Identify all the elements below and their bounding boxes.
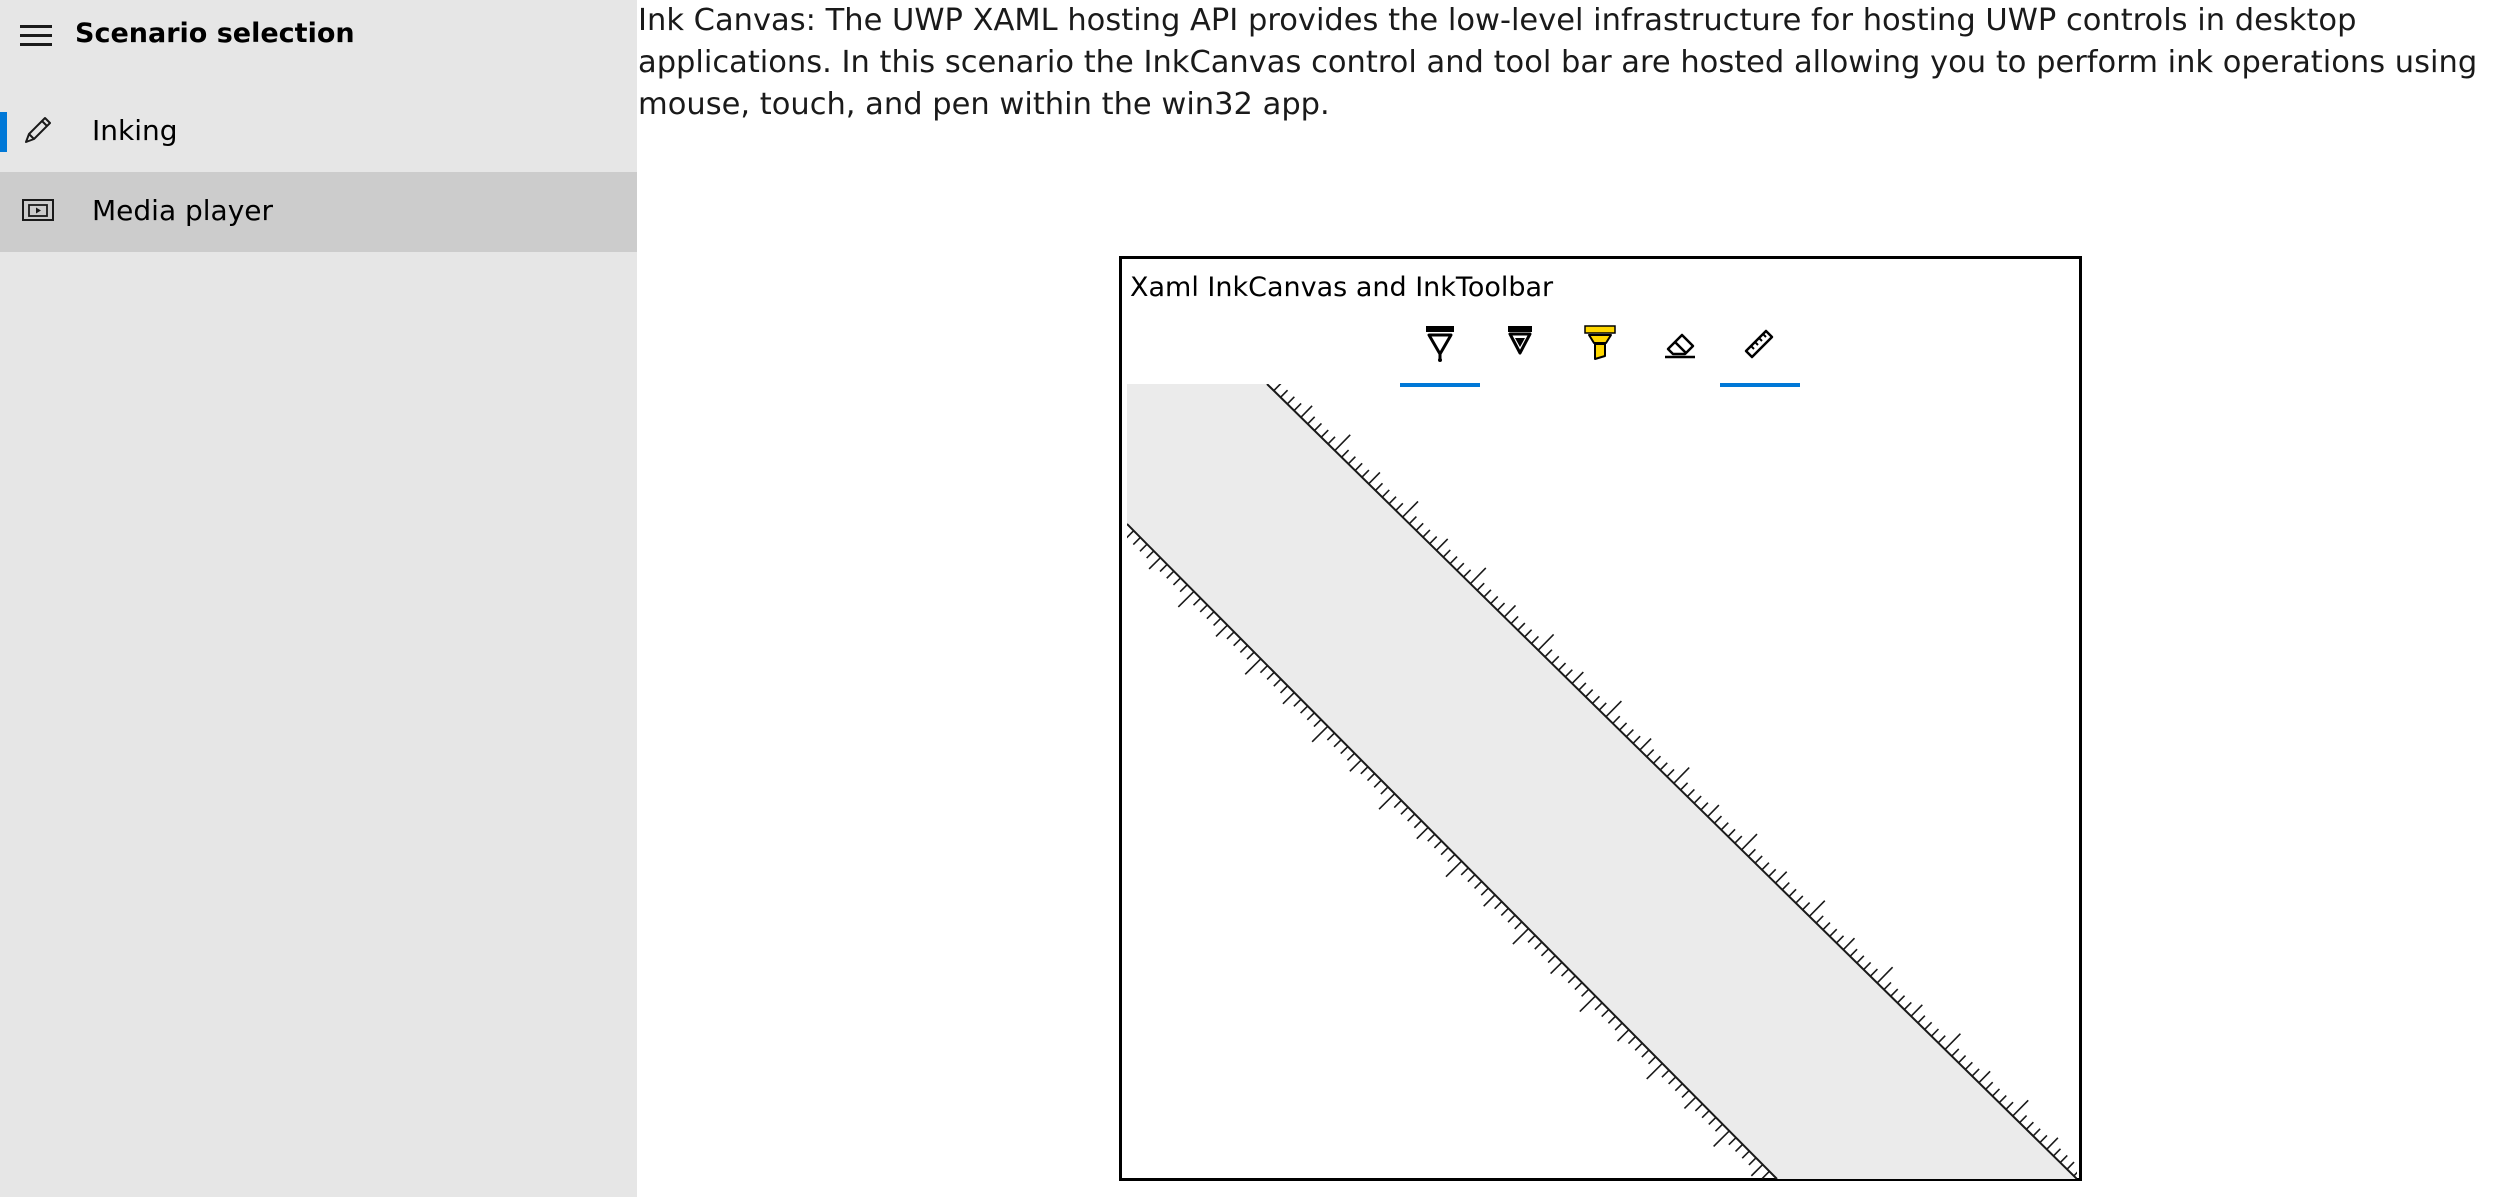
scenario-description: Ink Canvas: The UWP XAML hosting API pro… <box>638 3 2478 122</box>
sidebar-header: Scenario selection <box>0 0 637 74</box>
ruler-overlay[interactable] <box>1127 384 2077 1179</box>
sidebar-item-label: Inking <box>92 114 178 147</box>
sidebar-item-inking[interactable]: Inking <box>0 92 637 172</box>
ballpoint-pen-icon <box>1426 326 1454 362</box>
app-window: Scenario selection Inking Media player I… <box>0 0 2516 1197</box>
sidebar: Scenario selection Inking Media player <box>0 0 637 1197</box>
highlighter-button[interactable] <box>1560 311 1640 387</box>
sidebar-item-media-player[interactable]: Media player <box>0 172 637 252</box>
pencil-tool-button[interactable] <box>1480 311 1560 387</box>
eraser-button[interactable] <box>1640 311 1720 387</box>
eraser-icon <box>1665 333 1695 359</box>
sidebar-item-label: Media player <box>92 194 274 227</box>
ink-canvas-panel: Xaml InkCanvas and InkToolbar <box>1119 256 2082 1181</box>
ruler-button[interactable] <box>1720 311 1800 387</box>
ballpoint-pen-button[interactable] <box>1400 311 1480 387</box>
hamburger-menu-icon[interactable] <box>20 25 52 47</box>
pencil-icon <box>25 117 51 143</box>
selection-indicator <box>0 112 7 152</box>
panel-title: Xaml InkCanvas and InkToolbar <box>1130 272 1554 303</box>
ruler-icon <box>1744 329 1774 359</box>
sidebar-title: Scenario selection <box>75 18 355 49</box>
pencil-tool-icon <box>1508 326 1532 355</box>
highlighter-icon <box>1584 325 1616 360</box>
media-player-icon <box>22 199 54 221</box>
ink-canvas[interactable] <box>1127 384 2077 1179</box>
